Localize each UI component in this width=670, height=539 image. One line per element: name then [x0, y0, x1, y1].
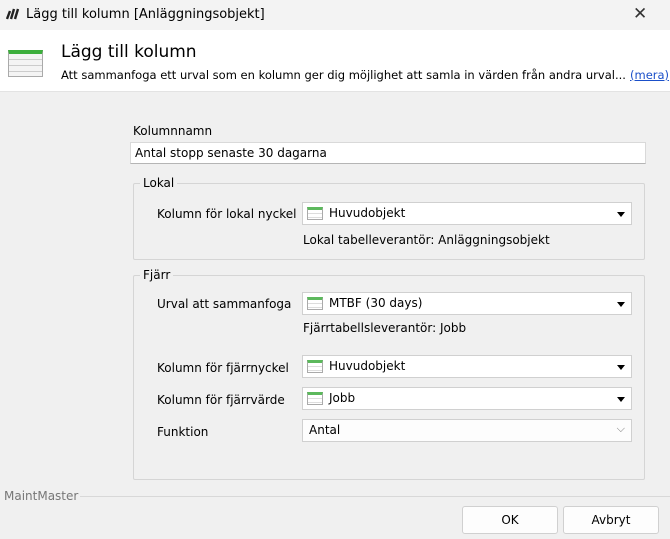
dropdown-arrow-icon — [617, 302, 625, 307]
title-bar: Lägg till kolumn [Anläggningsobjekt] ✕ — [0, 0, 670, 30]
dropdown-arrow-icon — [617, 365, 625, 370]
local-group-title: Lokal — [140, 176, 178, 190]
remote-key-value: Huvudobjekt — [329, 359, 406, 373]
cancel-button[interactable]: Avbryt — [563, 506, 659, 534]
chevron-down-icon: ⌵ — [616, 422, 625, 435]
local-provider: Lokal tabelleverantör: Anläggningsobjekt — [303, 233, 550, 247]
remote-key-label: Kolumn för fjärrnyckel — [157, 361, 289, 375]
remote-value-combo[interactable]: Jobb — [302, 387, 632, 410]
remote-key-combo[interactable]: Huvudobjekt — [302, 355, 632, 378]
remote-group-title: Fjärr — [140, 268, 174, 282]
remote-selection-value: MTBF (30 days) — [329, 296, 423, 310]
remote-provider: Fjärrtabellsleverantör: Jobb — [303, 321, 467, 335]
local-key-combo[interactable]: Huvudobjekt — [302, 202, 632, 225]
table-icon — [307, 360, 323, 373]
header-title: Lägg till kolumn — [61, 42, 197, 62]
table-icon — [307, 392, 323, 405]
dropdown-arrow-icon — [617, 397, 625, 402]
more-link[interactable]: (mera) — [630, 68, 669, 82]
function-label: Funktion — [157, 425, 209, 439]
window-title: Lägg till kolumn [Anläggningsobjekt] — [26, 7, 265, 22]
ok-button[interactable]: OK — [462, 506, 558, 534]
brand-label: MaintMaster — [4, 489, 79, 503]
remote-value-value: Jobb — [329, 391, 356, 405]
footer-divider — [80, 496, 670, 497]
table-icon — [307, 297, 323, 310]
table-icon — [307, 207, 323, 220]
header-panel: Lägg till kolumn Att sammanfoga ett urva… — [0, 30, 670, 92]
column-name-input[interactable]: Antal stopp senaste 30 dagarna — [130, 142, 646, 164]
local-key-value: Huvudobjekt — [329, 206, 406, 220]
function-combo[interactable]: Antal ⌵ — [302, 419, 632, 442]
function-value: Antal — [309, 423, 341, 437]
header-description: Att sammanfoga ett urval som en kolumn g… — [61, 68, 626, 82]
column-name-label: Kolumnnamn — [133, 124, 213, 138]
remote-selection-label: Urval att sammanfoga — [157, 297, 292, 311]
dropdown-arrow-icon — [617, 212, 625, 217]
remote-selection-combo[interactable]: MTBF (30 days) — [302, 292, 632, 315]
app-logo-icon — [6, 8, 20, 20]
local-key-label: Kolumn för lokal nyckel — [157, 207, 297, 221]
close-icon[interactable]: ✕ — [633, 4, 647, 24]
remote-value-label: Kolumn för fjärrvärde — [157, 393, 285, 407]
table-icon — [8, 50, 43, 77]
